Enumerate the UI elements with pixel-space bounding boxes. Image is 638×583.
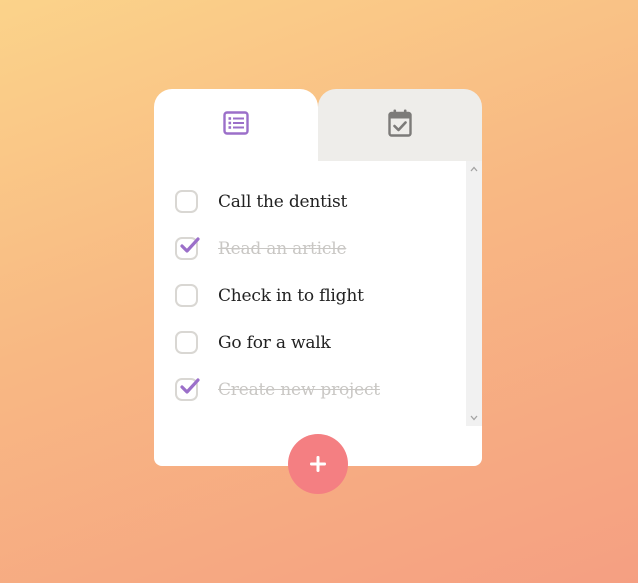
scrollbar[interactable] <box>466 161 482 426</box>
checkmark-icon <box>180 378 200 394</box>
todo-item: Go for a walk <box>174 319 464 366</box>
todo-list: Call the dentist Read an article Check i… <box>174 178 464 413</box>
tab-calendar[interactable] <box>318 89 482 161</box>
todo-item: Check in to flight <box>174 272 464 319</box>
todo-item: Call the dentist <box>174 178 464 225</box>
tab-bar <box>154 89 482 161</box>
todo-item: Read an article <box>174 225 464 272</box>
calendar-check-icon <box>388 109 412 137</box>
plus-icon <box>310 456 326 472</box>
tab-list[interactable] <box>154 89 318 161</box>
todo-label: Call the dentist <box>218 191 348 212</box>
todo-label: Check in to flight <box>218 285 364 306</box>
scroll-up-arrow-icon[interactable] <box>466 161 482 177</box>
todo-label: Read an article <box>218 238 347 259</box>
todo-app: Call the dentist Read an article Check i… <box>154 89 482 494</box>
todo-checkbox[interactable] <box>175 378 200 401</box>
scroll-down-arrow-icon[interactable] <box>466 410 482 426</box>
todo-checkbox[interactable] <box>175 237 200 260</box>
todo-label: Go for a walk <box>218 332 331 353</box>
todo-checkbox[interactable] <box>175 331 198 354</box>
todo-item: Create new project <box>174 366 464 413</box>
todo-checkbox[interactable] <box>175 284 198 307</box>
list-icon <box>223 111 249 135</box>
add-todo-button[interactable] <box>288 434 348 494</box>
todo-panel: Call the dentist Read an article Check i… <box>154 161 482 466</box>
todo-checkbox[interactable] <box>175 190 198 213</box>
checkmark-icon <box>180 237 200 253</box>
todo-label: Create new project <box>218 379 380 400</box>
